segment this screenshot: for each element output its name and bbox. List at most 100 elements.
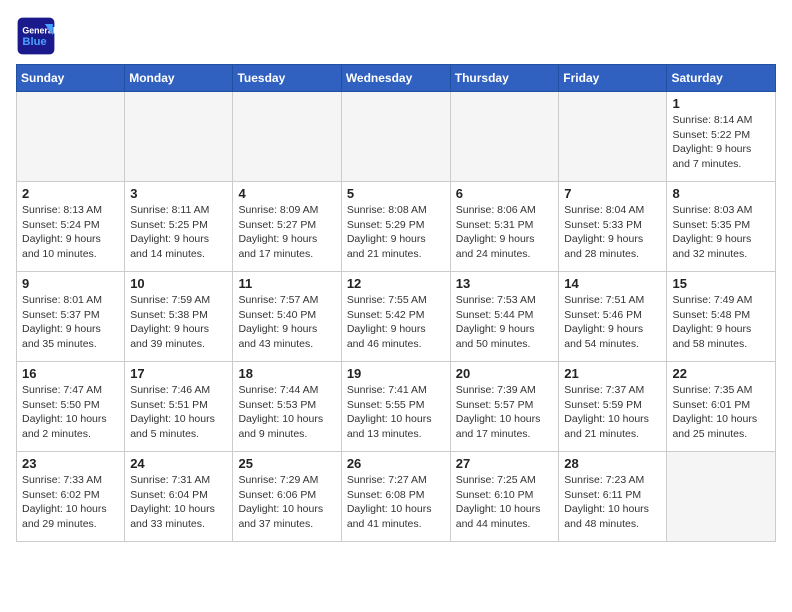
weekday-header-sunday: Sunday	[17, 65, 125, 92]
day-info: Sunrise: 7:57 AM Sunset: 5:40 PM Dayligh…	[238, 293, 335, 352]
day-cell: 11 Sunrise: 7:57 AM Sunset: 5:40 PM Dayli…	[233, 272, 341, 362]
day-number: 21	[564, 366, 661, 381]
day-info: Sunrise: 7:35 AM Sunset: 6:01 PM Dayligh…	[672, 383, 770, 442]
calendar-body: 1 Sunrise: 8:14 AM Sunset: 5:22 PM Daylig…	[17, 92, 776, 542]
day-number: 24	[130, 456, 227, 471]
day-number: 10	[130, 276, 227, 291]
day-cell: 7 Sunrise: 8:04 AM Sunset: 5:33 PM Daylig…	[559, 182, 667, 272]
day-number: 25	[238, 456, 335, 471]
day-number: 2	[22, 186, 119, 201]
weekday-header-saturday: Saturday	[667, 65, 776, 92]
day-number: 16	[22, 366, 119, 381]
day-number: 9	[22, 276, 119, 291]
day-info: Sunrise: 8:03 AM Sunset: 5:35 PM Dayligh…	[672, 203, 770, 262]
day-cell: 14 Sunrise: 7:51 AM Sunset: 5:46 PM Dayli…	[559, 272, 667, 362]
day-info: Sunrise: 7:31 AM Sunset: 6:04 PM Dayligh…	[130, 473, 227, 532]
day-number: 22	[672, 366, 770, 381]
week-row-0: 1 Sunrise: 8:14 AM Sunset: 5:22 PM Daylig…	[17, 92, 776, 182]
day-info: Sunrise: 7:39 AM Sunset: 5:57 PM Dayligh…	[456, 383, 554, 442]
day-info: Sunrise: 7:47 AM Sunset: 5:50 PM Dayligh…	[22, 383, 119, 442]
day-cell: 23 Sunrise: 7:33 AM Sunset: 6:02 PM Dayli…	[17, 452, 125, 542]
day-number: 27	[456, 456, 554, 471]
day-info: Sunrise: 8:06 AM Sunset: 5:31 PM Dayligh…	[456, 203, 554, 262]
day-number: 18	[238, 366, 335, 381]
day-cell	[667, 452, 776, 542]
day-info: Sunrise: 8:04 AM Sunset: 5:33 PM Dayligh…	[564, 203, 661, 262]
calendar-table: SundayMondayTuesdayWednesdayThursdayFrid…	[16, 64, 776, 542]
weekday-header-friday: Friday	[559, 65, 667, 92]
day-number: 15	[672, 276, 770, 291]
day-cell: 22 Sunrise: 7:35 AM Sunset: 6:01 PM Dayli…	[667, 362, 776, 452]
day-number: 13	[456, 276, 554, 291]
day-number: 26	[347, 456, 445, 471]
day-cell	[233, 92, 341, 182]
day-number: 1	[672, 96, 770, 111]
day-cell	[559, 92, 667, 182]
day-number: 8	[672, 186, 770, 201]
day-info: Sunrise: 8:14 AM Sunset: 5:22 PM Dayligh…	[672, 113, 770, 172]
day-number: 23	[22, 456, 119, 471]
day-number: 5	[347, 186, 445, 201]
day-info: Sunrise: 8:13 AM Sunset: 5:24 PM Dayligh…	[22, 203, 119, 262]
day-number: 4	[238, 186, 335, 201]
day-number: 14	[564, 276, 661, 291]
day-number: 6	[456, 186, 554, 201]
day-cell	[341, 92, 450, 182]
week-row-2: 9Sunrise: 8:01 AM Sunset: 5:37 PM Daylig…	[17, 272, 776, 362]
day-number: 7	[564, 186, 661, 201]
day-info: Sunrise: 7:33 AM Sunset: 6:02 PM Dayligh…	[22, 473, 119, 532]
day-cell: 9Sunrise: 8:01 AM Sunset: 5:37 PM Daylig…	[17, 272, 125, 362]
day-cell: 5 Sunrise: 8:08 AM Sunset: 5:29 PM Daylig…	[341, 182, 450, 272]
week-row-4: 23 Sunrise: 7:33 AM Sunset: 6:02 PM Dayli…	[17, 452, 776, 542]
day-info: Sunrise: 7:29 AM Sunset: 6:06 PM Dayligh…	[238, 473, 335, 532]
page-header: General Blue	[16, 16, 776, 56]
day-cell: 3Sunrise: 8:11 AM Sunset: 5:25 PM Daylig…	[125, 182, 233, 272]
logo: General Blue	[16, 16, 60, 56]
day-info: Sunrise: 7:46 AM Sunset: 5:51 PM Dayligh…	[130, 383, 227, 442]
day-cell: 1 Sunrise: 8:14 AM Sunset: 5:22 PM Daylig…	[667, 92, 776, 182]
day-cell: 21 Sunrise: 7:37 AM Sunset: 5:59 PM Dayli…	[559, 362, 667, 452]
day-number: 28	[564, 456, 661, 471]
logo-icon: General Blue	[16, 16, 56, 56]
day-number: 17	[130, 366, 227, 381]
day-info: Sunrise: 8:08 AM Sunset: 5:29 PM Dayligh…	[347, 203, 445, 262]
day-info: Sunrise: 7:44 AM Sunset: 5:53 PM Dayligh…	[238, 383, 335, 442]
day-number: 11	[238, 276, 335, 291]
day-cell: 26 Sunrise: 7:27 AM Sunset: 6:08 PM Dayli…	[341, 452, 450, 542]
weekday-header-thursday: Thursday	[450, 65, 559, 92]
day-cell: 12Sunrise: 7:55 AM Sunset: 5:42 PM Dayli…	[341, 272, 450, 362]
calendar-header: SundayMondayTuesdayWednesdayThursdayFrid…	[17, 65, 776, 92]
day-info: Sunrise: 7:51 AM Sunset: 5:46 PM Dayligh…	[564, 293, 661, 352]
day-cell: 18 Sunrise: 7:44 AM Sunset: 5:53 PM Dayli…	[233, 362, 341, 452]
weekday-header-wednesday: Wednesday	[341, 65, 450, 92]
week-row-3: 16 Sunrise: 7:47 AM Sunset: 5:50 PM Dayli…	[17, 362, 776, 452]
day-cell: 27Sunrise: 7:25 AM Sunset: 6:10 PM Dayli…	[450, 452, 559, 542]
day-cell: 16 Sunrise: 7:47 AM Sunset: 5:50 PM Dayli…	[17, 362, 125, 452]
day-cell: 17 Sunrise: 7:46 AM Sunset: 5:51 PM Dayli…	[125, 362, 233, 452]
day-info: Sunrise: 7:41 AM Sunset: 5:55 PM Dayligh…	[347, 383, 445, 442]
day-info: Sunrise: 7:37 AM Sunset: 5:59 PM Dayligh…	[564, 383, 661, 442]
day-info: Sunrise: 7:53 AM Sunset: 5:44 PM Dayligh…	[456, 293, 554, 352]
day-info: Sunrise: 8:09 AM Sunset: 5:27 PM Dayligh…	[238, 203, 335, 262]
day-cell: 15 Sunrise: 7:49 AM Sunset: 5:48 PM Dayli…	[667, 272, 776, 362]
day-cell: 4 Sunrise: 8:09 AM Sunset: 5:27 PM Daylig…	[233, 182, 341, 272]
day-cell	[125, 92, 233, 182]
day-cell	[450, 92, 559, 182]
day-cell: 10Sunrise: 7:59 AM Sunset: 5:38 PM Dayli…	[125, 272, 233, 362]
day-cell	[17, 92, 125, 182]
day-cell: 2 Sunrise: 8:13 AM Sunset: 5:24 PM Daylig…	[17, 182, 125, 272]
week-row-1: 2 Sunrise: 8:13 AM Sunset: 5:24 PM Daylig…	[17, 182, 776, 272]
day-number: 3	[130, 186, 227, 201]
day-cell: 13 Sunrise: 7:53 AM Sunset: 5:44 PM Dayli…	[450, 272, 559, 362]
day-cell: 19Sunrise: 7:41 AM Sunset: 5:55 PM Dayli…	[341, 362, 450, 452]
svg-text:Blue: Blue	[22, 36, 46, 48]
day-info: Sunrise: 7:49 AM Sunset: 5:48 PM Dayligh…	[672, 293, 770, 352]
weekday-header-tuesday: Tuesday	[233, 65, 341, 92]
day-cell: 25 Sunrise: 7:29 AM Sunset: 6:06 PM Dayli…	[233, 452, 341, 542]
day-info: Sunrise: 7:27 AM Sunset: 6:08 PM Dayligh…	[347, 473, 445, 532]
day-cell: 8 Sunrise: 8:03 AM Sunset: 5:35 PM Daylig…	[667, 182, 776, 272]
day-info: Sunrise: 7:23 AM Sunset: 6:11 PM Dayligh…	[564, 473, 661, 532]
day-number: 20	[456, 366, 554, 381]
weekday-header-row: SundayMondayTuesdayWednesdayThursdayFrid…	[17, 65, 776, 92]
weekday-header-monday: Monday	[125, 65, 233, 92]
